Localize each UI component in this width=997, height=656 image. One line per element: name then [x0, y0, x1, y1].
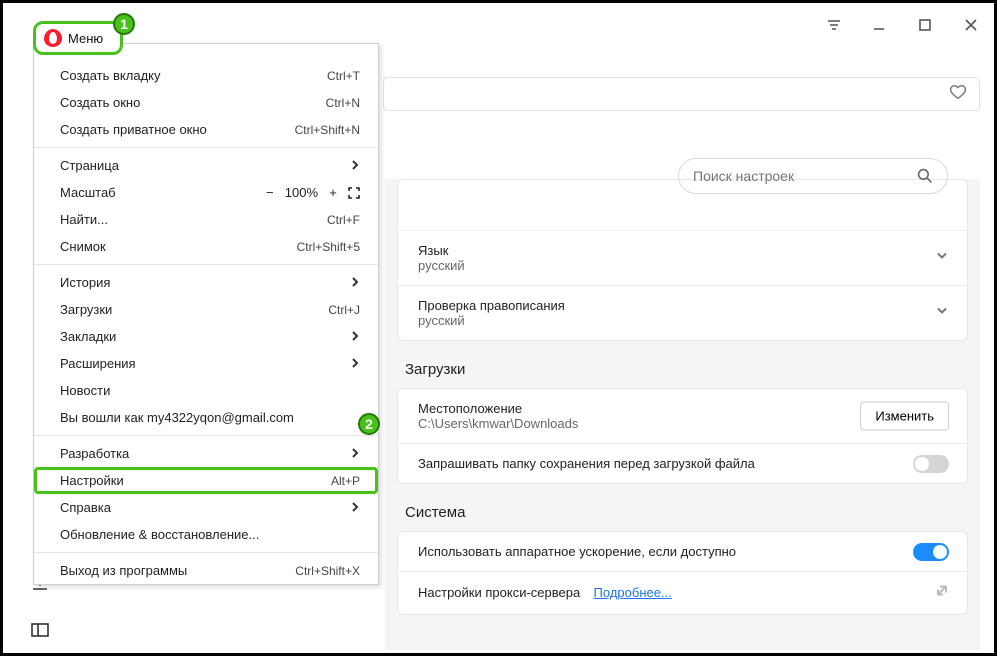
proxy-row[interactable]: Настройки прокси-сервера Подробнее...: [398, 571, 967, 614]
window-close-button[interactable]: [948, 3, 994, 47]
zoom-in-button[interactable]: +: [326, 185, 340, 200]
change-location-button[interactable]: Изменить: [860, 402, 949, 431]
menu-developer[interactable]: Разработка: [34, 440, 378, 467]
language-value: русский: [418, 258, 947, 273]
menu-item-label: Разработка: [60, 446, 129, 461]
chevron-right-icon: [350, 446, 360, 461]
heart-icon[interactable]: [949, 83, 967, 106]
chevron-right-icon: [350, 500, 360, 515]
fullscreen-icon[interactable]: [348, 187, 360, 199]
menu-title: Меню: [68, 31, 103, 46]
menu-shortcut: Ctrl+Shift+N: [295, 123, 360, 137]
menu-item-label: Создать вкладку: [60, 68, 161, 83]
menu-update[interactable]: Обновление & восстановление...: [34, 521, 378, 548]
menu-shortcut: Alt+P: [331, 474, 360, 488]
language-label: Язык: [418, 243, 947, 258]
settings-search-input[interactable]: [693, 168, 917, 184]
menu-item-label: Справка: [60, 500, 111, 515]
spellcheck-value: русский: [418, 313, 947, 328]
menu-new-window[interactable]: Создать окно Ctrl+N: [34, 89, 378, 116]
menu-item-label: Вы вошли как my4322yqon@gmail.com: [60, 410, 294, 425]
ask-before-download-toggle[interactable]: [913, 455, 949, 473]
menu-page[interactable]: Страница: [34, 152, 378, 179]
panel-icon[interactable]: [27, 617, 53, 643]
menu-new-private[interactable]: Создать приватное окно Ctrl+Shift+N: [34, 116, 378, 143]
menu-snapshot[interactable]: Снимок Ctrl+Shift+5: [34, 233, 378, 260]
menu-shortcut: Ctrl+Shift+X: [295, 564, 360, 578]
menu-item-label: Загрузки: [60, 302, 112, 317]
zoom-out-button[interactable]: −: [263, 185, 277, 200]
menu-new-tab[interactable]: Создать вкладку Ctrl+T: [34, 62, 378, 89]
system-heading: Система: [385, 498, 980, 531]
menu-zoom[interactable]: Масштаб − 100% +: [34, 179, 378, 206]
window-minimize-button[interactable]: [856, 3, 902, 47]
menu-item-label: Масштаб: [60, 185, 116, 200]
annotation-badge-1: 1: [113, 13, 135, 35]
menu-item-label: Найти...: [60, 212, 108, 227]
menu-exit[interactable]: Выход из программы Ctrl+Shift+X: [34, 557, 378, 584]
ask-before-download-row[interactable]: Запрашивать папку сохранения перед загру…: [398, 443, 967, 483]
spellcheck-label: Проверка правописания: [418, 298, 947, 313]
menu-item-label: Снимок: [60, 239, 106, 254]
menu-item-label: Закладки: [60, 329, 116, 344]
settings-content: Язык русский Проверка правописания русск…: [385, 123, 980, 650]
annotation-badge-2: 2: [358, 413, 380, 435]
menu-shortcut: Ctrl+Shift+5: [297, 240, 360, 254]
menu-settings[interactable]: Настройки Alt+P: [34, 467, 378, 494]
menu-extensions[interactable]: Расширения: [34, 350, 378, 377]
chevron-right-icon: [350, 356, 360, 371]
menu-item-label: Обновление & восстановление...: [60, 527, 259, 542]
menu-history[interactable]: История: [34, 269, 378, 296]
chevron-down-icon: [935, 249, 949, 268]
downloads-heading: Загрузки: [385, 355, 980, 388]
download-location-row: Местоположение C:\Users\kmwar\Downloads …: [398, 389, 967, 443]
spellcheck-row[interactable]: Проверка правописания русский: [398, 285, 967, 340]
menu-shortcut: Ctrl+F: [327, 213, 360, 227]
menu-shortcut: Ctrl+T: [327, 69, 360, 83]
menu-item-label: Выход из программы: [60, 563, 187, 578]
chevron-right-icon: [350, 158, 360, 173]
opera-menu: Создать вкладку Ctrl+T Создать окно Ctrl…: [33, 43, 379, 585]
chevron-right-icon: [350, 329, 360, 344]
chevron-right-icon: [350, 275, 360, 290]
menu-item-label: История: [60, 275, 110, 290]
opera-menu-button[interactable]: Меню: [33, 21, 123, 55]
tab-customize-icon[interactable]: [812, 18, 856, 32]
menu-signed-in[interactable]: Вы вошли как my4322yqon@gmail.com: [34, 404, 378, 431]
menu-item-label: Страница: [60, 158, 119, 173]
external-link-icon: [935, 584, 949, 603]
menu-bookmarks[interactable]: Закладки: [34, 323, 378, 350]
chevron-down-icon: [935, 304, 949, 323]
menu-item-label: Создать приватное окно: [60, 122, 207, 137]
hw-accel-row[interactable]: Использовать аппаратное ускорение, если …: [398, 532, 967, 571]
ask-before-download-label: Запрашивать папку сохранения перед загру…: [418, 456, 858, 471]
menu-help[interactable]: Справка: [34, 494, 378, 521]
menu-item-label: Расширения: [60, 356, 136, 371]
hw-accel-label: Использовать аппаратное ускорение, если …: [418, 544, 858, 559]
window-maximize-button[interactable]: [902, 3, 948, 47]
menu-item-label: Создать окно: [60, 95, 140, 110]
settings-search[interactable]: [678, 158, 948, 194]
menu-item-label: Новости: [60, 383, 110, 398]
menu-downloads[interactable]: Загрузки Ctrl+J: [34, 296, 378, 323]
address-bar[interactable]: [383, 77, 980, 111]
menu-find[interactable]: Найти... Ctrl+F: [34, 206, 378, 233]
hw-accel-toggle[interactable]: [913, 543, 949, 561]
opera-logo-icon: [44, 29, 62, 47]
menu-news[interactable]: Новости: [34, 377, 378, 404]
menu-shortcut: Ctrl+N: [326, 96, 360, 110]
proxy-label: Настройки прокси-сервера: [418, 585, 580, 600]
zoom-value: 100%: [285, 185, 318, 200]
menu-item-label: Настройки: [60, 473, 124, 488]
language-row[interactable]: Язык русский: [398, 230, 967, 285]
proxy-learn-more-link[interactable]: Подробнее...: [594, 585, 672, 600]
search-icon: [917, 168, 933, 184]
menu-shortcut: Ctrl+J: [328, 303, 360, 317]
